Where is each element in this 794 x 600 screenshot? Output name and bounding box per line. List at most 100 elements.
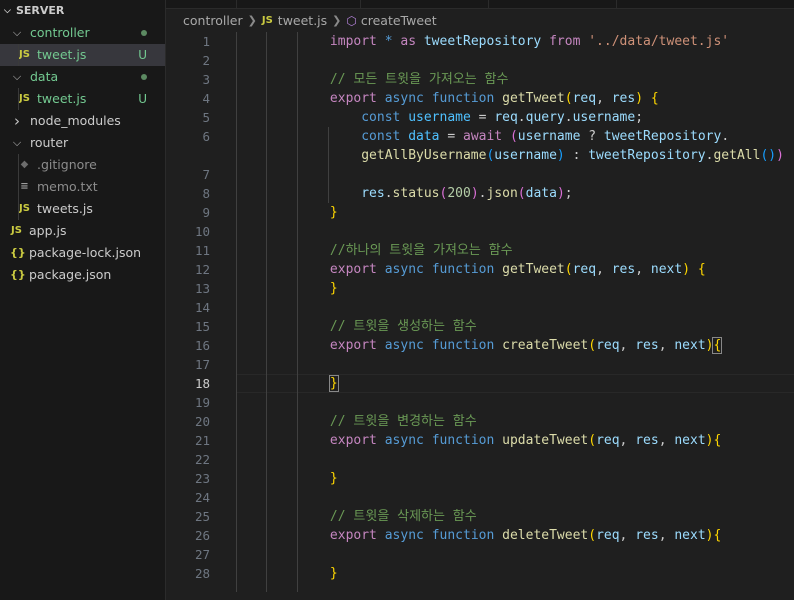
tree-item-label: controller xyxy=(30,25,90,40)
code-line[interactable]: getAllByUsername(username) : tweetReposi… xyxy=(236,146,794,165)
tree-item[interactable]: ◆ .gitignore xyxy=(0,154,165,176)
breadcrumb-file[interactable]: tweet.js xyxy=(278,10,327,32)
code-token: } xyxy=(329,281,338,296)
code-line[interactable]: export async function updateTweet(req, r… xyxy=(236,431,794,450)
code-token: ( xyxy=(564,262,573,277)
tree-item[interactable]: JS tweet.js U xyxy=(0,88,165,110)
json-file-icon: {} xyxy=(10,268,26,281)
code-token: , xyxy=(596,91,612,106)
code-token: req xyxy=(596,338,620,353)
code-token: // 모든 트윗을 가져오는 함수 xyxy=(329,72,509,87)
tree-item[interactable]: JS tweet.js U xyxy=(0,44,165,66)
code-token: '../data/tweet.js' xyxy=(588,34,730,49)
line-number: 1 xyxy=(202,34,210,49)
code-line[interactable]: export async function createTweet(req, r… xyxy=(236,336,794,355)
code-area[interactable]: import * as tweetRepository from '../dat… xyxy=(236,32,794,583)
breadcrumb-symbol[interactable]: createTweet xyxy=(361,10,437,32)
code-line[interactable]: import * as tweetRepository from '../dat… xyxy=(236,32,794,51)
code-line[interactable]: } xyxy=(236,374,794,393)
code-line[interactable]: export async function getTweet(req, res,… xyxy=(236,260,794,279)
code-token: res xyxy=(611,262,636,277)
file-tree: ⌵ controller JS tweet.js U ⌵ data JS tweet.js U › n… xyxy=(0,22,165,286)
code-line[interactable] xyxy=(236,393,794,412)
code-token: } xyxy=(329,566,338,581)
code-line[interactable]: } xyxy=(236,469,794,488)
code-line[interactable] xyxy=(236,488,794,507)
code-line[interactable]: export async function deleteTweet(req, r… xyxy=(236,526,794,545)
code-line[interactable]: res.status(200).json(data); xyxy=(236,184,794,203)
code-line[interactable]: } xyxy=(236,203,794,222)
code-line[interactable] xyxy=(236,51,794,70)
code-line[interactable]: } xyxy=(236,564,794,583)
code-token: ? xyxy=(580,129,604,144)
line-number: 21 xyxy=(194,433,210,448)
code-line[interactable]: const username = req.query.username; xyxy=(236,108,794,127)
code-line[interactable]: // 트윗을 생성하는 함수 xyxy=(236,317,794,336)
code-line[interactable]: export async function getTweet(req, res)… xyxy=(236,89,794,108)
code-line[interactable]: } xyxy=(236,279,794,298)
code-token: data xyxy=(408,129,440,144)
git-status-badge: U xyxy=(138,92,147,106)
code-line[interactable] xyxy=(236,545,794,564)
chevron-right-icon: › xyxy=(14,112,20,130)
code-editor[interactable]: 1 2 3 4 5 6 7 8 9 10 11 12 13 14 15 16 17 18 19 20 21 22 23 24 2… xyxy=(166,32,794,600)
tree-item[interactable]: JS tweets.js xyxy=(0,198,165,220)
tree-item[interactable]: ⌵ router xyxy=(0,132,165,154)
code-line[interactable] xyxy=(236,222,794,241)
tree-item[interactable]: › node_modules xyxy=(0,110,165,132)
breadcrumb: controller ❯ JS tweet.js ❯ ⬡ createTweet xyxy=(166,10,794,32)
code-token: getTweet xyxy=(502,91,565,106)
code-token: async xyxy=(384,528,424,543)
code-token: ( xyxy=(517,186,526,201)
code-line[interactable] xyxy=(236,355,794,374)
code-token: . xyxy=(517,110,526,125)
breadcrumb-folder[interactable]: controller xyxy=(183,10,243,32)
code-token: req xyxy=(572,91,597,106)
code-line[interactable]: // 트윗을 삭제하는 함수 xyxy=(236,507,794,526)
explorer-header[interactable]: ⌵ SERVER xyxy=(0,0,165,22)
code-line[interactable]: // 트윗을 변경하는 함수 xyxy=(236,412,794,431)
tree-item[interactable]: JS app.js xyxy=(0,220,165,242)
line-number xyxy=(166,146,210,165)
code-token: // 트윗을 삭제하는 함수 xyxy=(329,509,477,524)
code-line[interactable]: // 모든 트윗을 가져오는 함수 xyxy=(236,70,794,89)
line-number: 22 xyxy=(194,452,210,467)
code-token: function xyxy=(431,91,495,106)
line-number: 7 xyxy=(202,167,210,182)
line-number: 12 xyxy=(194,262,210,277)
code-token: , xyxy=(658,528,675,543)
code-line[interactable]: //하나의 트윗을 가져오는 함수 xyxy=(236,241,794,260)
code-token: query xyxy=(525,110,565,125)
code-token: ; xyxy=(635,110,644,125)
code-line[interactable] xyxy=(236,298,794,317)
line-number: 3 xyxy=(202,72,210,87)
code-token: } xyxy=(328,375,339,392)
tree-item-label: tweet.js xyxy=(37,47,87,62)
code-line[interactable]: const data = await (username ? tweetRepo… xyxy=(236,127,794,146)
js-file-icon: JS xyxy=(11,225,22,236)
code-token: deleteTweet xyxy=(502,528,589,543)
code-line[interactable] xyxy=(236,450,794,469)
code-line[interactable] xyxy=(236,165,794,184)
tree-item[interactable]: {} package.json xyxy=(0,264,165,286)
tree-item[interactable]: ≡ memo.txt xyxy=(0,176,165,198)
tree-item[interactable]: ⌵ data xyxy=(0,66,165,88)
code-token: req xyxy=(596,528,620,543)
line-number: 24 xyxy=(194,490,210,505)
line-number: 2 xyxy=(202,53,210,68)
tree-item[interactable]: ⌵ controller xyxy=(0,22,165,44)
code-token: res xyxy=(611,91,636,106)
line-number: 27 xyxy=(194,547,210,562)
tree-item[interactable]: {} package-lock.json xyxy=(0,242,165,264)
